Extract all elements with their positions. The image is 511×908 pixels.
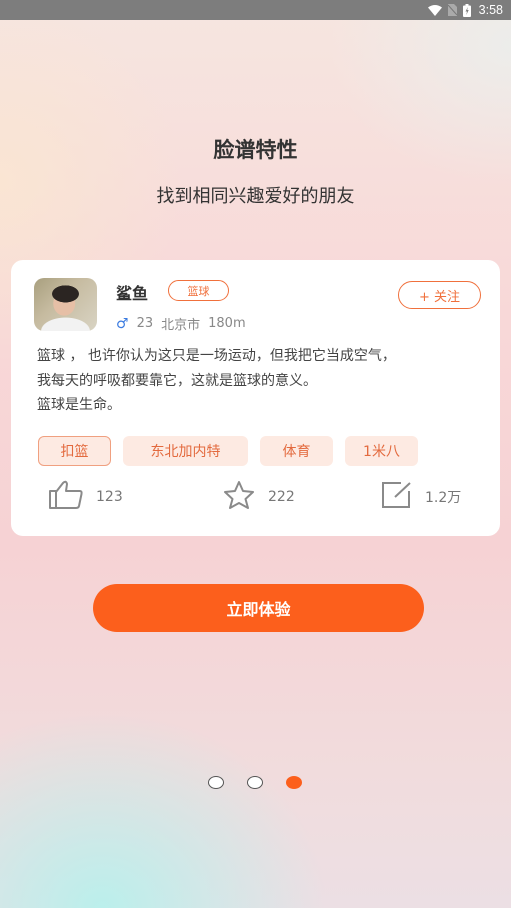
star-icon <box>222 480 256 514</box>
page-subtitle: 找到相同兴趣爱好的朋友 <box>156 186 355 207</box>
interest-badge: 篮球 <box>168 280 229 301</box>
follow-button[interactable]: + 关注 <box>398 281 481 309</box>
like-button[interactable]: 123 <box>48 480 123 514</box>
action-bar: 123 222 1.2万 <box>11 480 500 516</box>
description-line: 我每天的呼吸都要靠它，这就是篮球的意义。 <box>37 372 317 389</box>
user-meta: ♂ 23 北京市 180m <box>116 314 246 334</box>
wifi-icon <box>427 4 442 16</box>
favorite-count: 222 <box>268 489 295 505</box>
thumbs-up-icon <box>48 480 84 514</box>
battery-charging-icon <box>462 3 471 17</box>
male-icon: ♂ <box>116 315 129 332</box>
description-line: 篮球 ， 也许你认为这只是一场运动，但我把它当成空气， <box>37 348 396 364</box>
status-bar: 3:58 <box>0 0 511 20</box>
tag-chip[interactable]: 1米八 <box>345 436 418 466</box>
like-count: 123 <box>96 489 123 505</box>
try-now-button[interactable]: 立即体验 <box>93 584 424 632</box>
status-time: 3:58 <box>478 3 503 17</box>
page-title: 脸谱特性 <box>213 138 298 162</box>
avatar[interactable] <box>34 278 97 331</box>
comment-count: 1.2万 <box>425 490 462 506</box>
description-line: 篮球是生命。 <box>37 397 121 413</box>
user-distance: 180m <box>208 316 246 331</box>
page-dot[interactable] <box>247 776 263 789</box>
user-age: 23 <box>136 316 154 331</box>
tag-chip[interactable]: 东北加内特 <box>123 436 248 466</box>
edit-icon <box>381 480 413 514</box>
favorite-button[interactable]: 222 <box>222 480 295 514</box>
username[interactable]: 鲨鱼 <box>116 280 148 304</box>
tag-chip[interactable]: 体育 <box>260 436 333 466</box>
no-sim-icon <box>447 4 457 16</box>
comment-button[interactable]: 1.2万 <box>381 480 461 514</box>
profile-card: 鲨鱼 篮球 ♂ 23 北京市 180m + 关注 篮球 ， 也许你认为这只是一场… <box>11 260 500 536</box>
page-dot-active[interactable] <box>286 776 302 789</box>
page-indicator <box>208 776 302 789</box>
post-description: 篮球 ， 也许你认为这只是一场运动，但我把它当成空气， 我每天的呼吸都要靠它，这… <box>37 344 487 418</box>
user-city: 北京市 <box>161 318 201 333</box>
page-dot[interactable] <box>208 776 224 789</box>
tag-chip[interactable]: 扣篮 <box>38 436 111 466</box>
tag-list: 扣篮 东北加内特 体育 1米八 <box>38 436 418 466</box>
